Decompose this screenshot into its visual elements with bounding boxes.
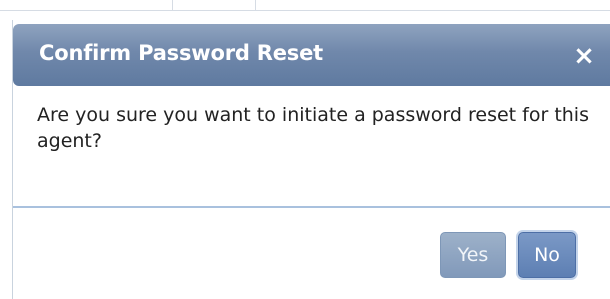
background-column-separator bbox=[255, 0, 256, 10]
background-column-separator bbox=[172, 0, 173, 10]
dialog-divider bbox=[13, 206, 610, 208]
yes-button[interactable]: Yes bbox=[440, 232, 506, 278]
dialog-title: Confirm Password Reset bbox=[39, 41, 323, 65]
no-button[interactable]: No bbox=[518, 232, 576, 278]
dialog-titlebar[interactable]: Confirm Password Reset × bbox=[13, 24, 610, 86]
background-divider bbox=[0, 10, 610, 11]
close-icon[interactable]: × bbox=[570, 42, 598, 70]
dialog-message: Are you sure you want to initiate a pass… bbox=[37, 104, 589, 152]
confirm-password-reset-dialog: Confirm Password Reset × Are you sure yo… bbox=[12, 20, 610, 299]
